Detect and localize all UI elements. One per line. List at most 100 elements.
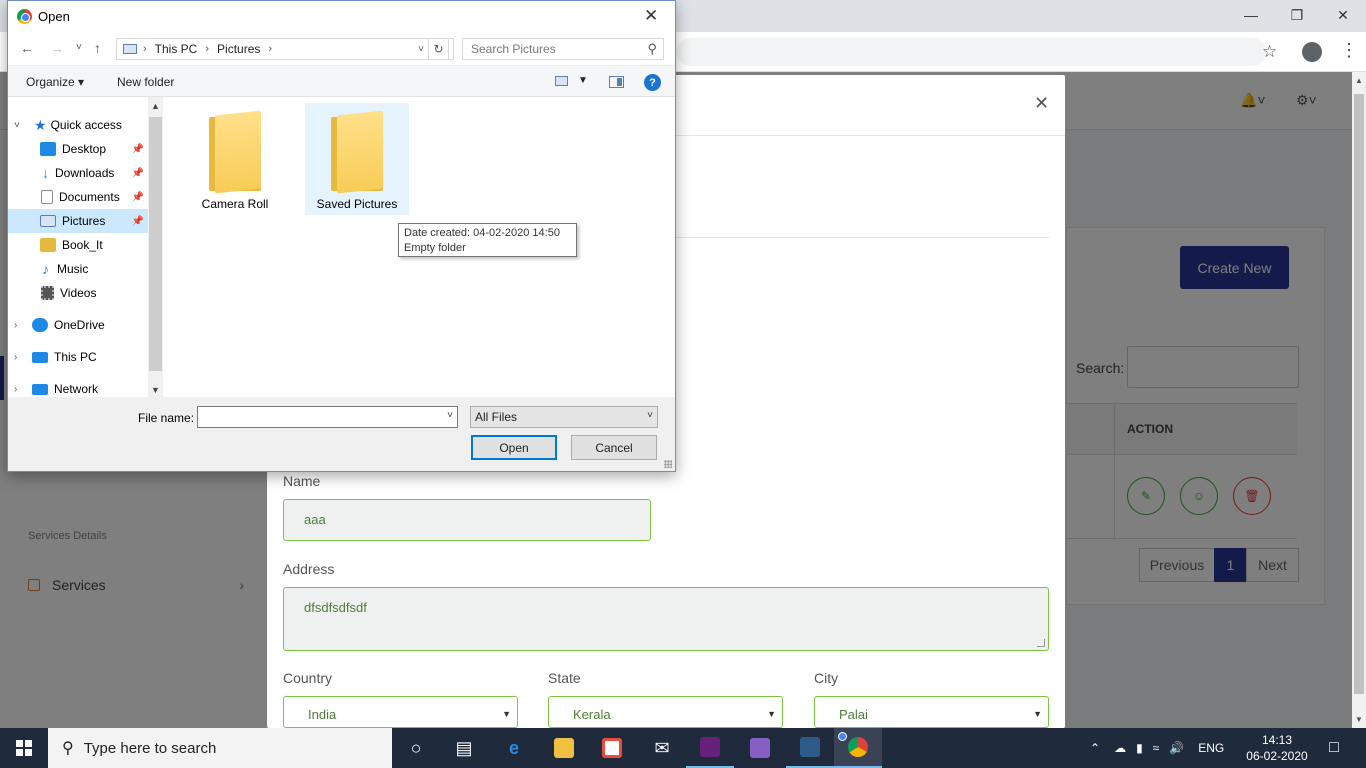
nav-item-music[interactable]: ♪ Music	[8, 257, 148, 281]
nav-item-label: This PC	[54, 350, 97, 364]
scroll-down-icon[interactable]: ▼	[151, 385, 160, 395]
close-icon[interactable]: ✕	[1320, 0, 1366, 30]
file-type-select[interactable]: All Files ˅	[470, 406, 658, 428]
cloud-sync-icon[interactable]: ☁	[1114, 741, 1126, 755]
windows-logo-icon	[16, 740, 32, 756]
file-explorer-glyph	[554, 738, 574, 758]
nav-item-videos[interactable]: Videos	[8, 281, 148, 305]
nav-item-label: OneDrive	[54, 318, 105, 332]
notifications-icon[interactable]: □	[1310, 728, 1358, 768]
nav-item-label: Downloads	[55, 166, 115, 180]
language-indicator[interactable]: ENG	[1198, 741, 1224, 755]
view-dropdown-icon[interactable]: ▼	[578, 75, 588, 86]
cortana-icon[interactable]: ○	[392, 728, 440, 768]
new-folder-button[interactable]: New folder	[117, 75, 174, 89]
chrome-icon[interactable]	[834, 728, 882, 768]
nav-item-label: Documents	[59, 190, 120, 204]
nav-item-pictures[interactable]: Pictures 📌	[8, 209, 148, 233]
page-scrollbar[interactable]: ▲ ▼	[1352, 72, 1366, 728]
chevron-down-icon[interactable]: ˅	[447, 410, 453, 421]
resize-grip[interactable]	[664, 460, 672, 468]
open-button[interactable]: Open	[471, 435, 557, 460]
nav-item-quick-access[interactable]: ˅ ★ Quick access	[8, 113, 148, 137]
preview-pane-icon[interactable]	[609, 76, 624, 88]
nav-item-label: Book_It	[62, 238, 103, 252]
file-explorer-icon[interactable]	[540, 728, 588, 768]
star-icon: ★	[34, 116, 47, 133]
mysql-workbench-icon[interactable]	[786, 728, 834, 768]
folder-item[interactable]: Camera Roll	[183, 103, 287, 215]
folder-item[interactable]: Saved Pictures	[305, 103, 409, 215]
resize-handle[interactable]	[1037, 639, 1045, 647]
address-field[interactable]: dfsdfsdfsdf	[283, 587, 1049, 651]
state-select[interactable]: Kerala ▼	[548, 696, 783, 728]
nav-pane-scrollbar[interactable]: ▲ ▼	[148, 97, 163, 397]
nav-item-book-it[interactable]: Book_It	[8, 233, 148, 257]
modal-close-icon[interactable]: ✕	[1034, 93, 1049, 114]
address-bar[interactable]	[676, 38, 1266, 66]
scrollbar-thumb[interactable]	[1354, 94, 1364, 694]
volume-icon[interactable]: 🔊	[1169, 741, 1184, 755]
cancel-button[interactable]: Cancel	[571, 435, 657, 460]
breadcrumb-item[interactable]: Pictures	[217, 42, 260, 56]
scroll-up-icon[interactable]: ▲	[151, 101, 160, 111]
expanded-chevron-icon[interactable]: ˅	[14, 120, 20, 131]
collapsed-chevron-icon[interactable]: ›	[14, 320, 17, 331]
dropdown-arrow-icon: ▼	[1033, 709, 1042, 719]
minimize-icon[interactable]: —	[1228, 0, 1274, 30]
store-icon[interactable]	[588, 728, 636, 768]
chevron-right-icon: ›	[205, 43, 210, 55]
wifi-icon[interactable]: ≈	[1153, 741, 1160, 755]
menu-dots-icon[interactable]: ⋮	[1340, 40, 1358, 61]
close-icon[interactable]: ✕	[644, 6, 658, 26]
country-select[interactable]: India ▼	[283, 696, 518, 728]
name-field[interactable]: aaa	[283, 499, 651, 541]
city-label: City	[814, 670, 839, 686]
nav-item-this-pc[interactable]: › This PC	[8, 345, 148, 369]
city-select[interactable]: Palai ▼	[814, 696, 1049, 728]
collapsed-chevron-icon[interactable]: ›	[14, 352, 17, 363]
refresh-button[interactable]: ↻	[428, 38, 449, 60]
visual-studio-2-glyph	[750, 738, 770, 758]
scroll-up-icon[interactable]: ▲	[1355, 76, 1363, 85]
back-arrow-icon[interactable]: ←	[20, 40, 34, 56]
visual-studio-2-icon[interactable]	[736, 728, 784, 768]
show-hidden-icons-icon[interactable]: ⌃	[1090, 741, 1100, 755]
chevron-right-icon: ›	[143, 43, 147, 55]
nav-item-documents[interactable]: Documents 📌	[8, 185, 148, 209]
breadcrumb[interactable]: › This PC › Pictures › ˅	[116, 38, 454, 60]
country-label: Country	[283, 670, 333, 686]
chevron-right-icon: ›	[268, 43, 273, 55]
search-icon: ⚲	[62, 740, 74, 757]
nav-item-onedrive[interactable]: › OneDrive	[8, 313, 148, 337]
nav-item-downloads[interactable]: ↓ Downloads 📌	[8, 161, 148, 185]
nav-item-desktop[interactable]: Desktop 📌	[8, 137, 148, 161]
organize-button[interactable]: Organize ▾	[26, 75, 84, 89]
recent-dropdown-icon[interactable]: ˅	[76, 42, 82, 53]
collapsed-chevron-icon[interactable]: ›	[14, 384, 17, 395]
battery-icon[interactable]: ▮	[1136, 741, 1143, 755]
edge-icon[interactable]: e	[490, 728, 538, 768]
taskbar-search[interactable]: ⚲ Type here to search	[48, 728, 392, 768]
start-button[interactable]	[0, 728, 48, 768]
scroll-down-icon[interactable]: ▼	[1355, 715, 1363, 724]
chrome-logo-icon	[17, 9, 32, 24]
breadcrumb-item[interactable]: This PC	[155, 42, 198, 56]
chrome-glyph	[848, 737, 868, 757]
bookmark-star-icon[interactable]: ☆	[1262, 42, 1277, 62]
change-view-icon[interactable]	[555, 76, 568, 86]
task-view-icon[interactable]: ▤	[440, 728, 488, 768]
file-name-input[interactable]: ˅	[197, 406, 458, 428]
clock[interactable]: 14:13 06-02-2020	[1242, 732, 1312, 764]
profile-avatar-icon[interactable]	[1302, 42, 1322, 62]
help-icon[interactable]: ?	[644, 74, 661, 91]
folder-name: Saved Pictures	[316, 197, 398, 211]
up-arrow-icon[interactable]: ↑	[94, 40, 101, 56]
mail-icon[interactable]: ✉	[638, 728, 686, 768]
file-name-label: File name:	[138, 411, 195, 425]
scrollbar-thumb[interactable]	[149, 117, 162, 371]
visual-studio-icon[interactable]	[686, 728, 734, 768]
forward-arrow-icon[interactable]: →	[50, 40, 64, 56]
restore-icon[interactable]: ❐	[1274, 0, 1320, 30]
search-input[interactable]: Search Pictures ⚲	[462, 38, 664, 60]
